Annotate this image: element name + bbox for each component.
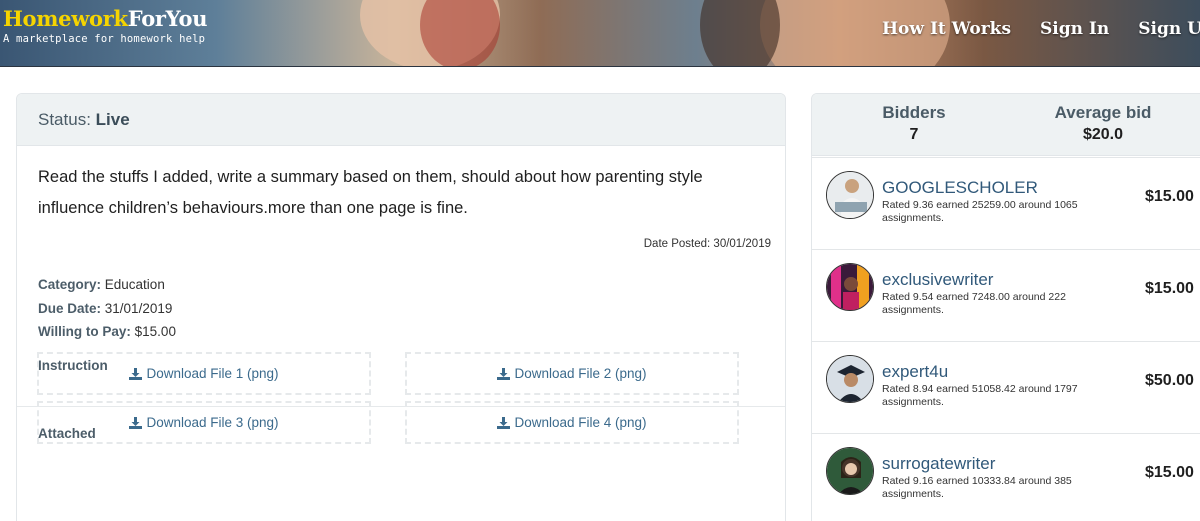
bidder-name[interactable]: GOOGLESCHOLER	[882, 178, 1038, 198]
download-file-1[interactable]: Download File 1 (png)	[37, 352, 371, 395]
nav-how-it-works[interactable]: How It Works	[882, 19, 1011, 39]
job-description: Read the stuffs I added, write a summary…	[38, 168, 703, 217]
bidder-row[interactable]: surrogatewriter Rated 9.16 earned 10333.…	[812, 433, 1200, 520]
average-bid-label: Average bid	[1054, 103, 1152, 122]
site-logo[interactable]: HomeworkForYou A marketplace for homewor…	[3, 6, 208, 46]
site-header: HomeworkForYou A marketplace for homewor…	[0, 0, 1200, 67]
avatar-image-icon	[827, 448, 873, 494]
bidder-name[interactable]: surrogatewriter	[882, 454, 995, 474]
download-file-2[interactable]: Download File 2 (png)	[405, 352, 739, 395]
download-file-4[interactable]: Download File 4 (png)	[405, 401, 739, 444]
bid-amount: $15.00	[1145, 280, 1194, 297]
avatar-image-icon	[827, 264, 873, 310]
bidder-rating: Rated 9.16 earned 10333.84 around 385 as…	[882, 475, 1072, 500]
download-file-3[interactable]: Download File 3 (png)	[37, 401, 371, 444]
header-photo-shape	[700, 0, 780, 66]
job-meta: Category: Education Due Date: 31/01/2019…	[17, 273, 785, 344]
nav-sign-in[interactable]: Sign In	[1040, 19, 1109, 39]
due-date-row: Due Date: 31/01/2019	[38, 300, 173, 316]
bid-amount: $50.00	[1145, 372, 1194, 389]
bids-card: Bidders 7 Average bid $20.0 GOOGLESCHOLE…	[811, 93, 1200, 521]
status-bar: Status: Live	[17, 94, 785, 146]
avatar-image-icon	[827, 172, 873, 218]
download-icon	[129, 416, 143, 429]
bidder-rating: Rated 9.36 earned 25259.00 around 1065 a…	[882, 199, 1078, 224]
download-icon	[129, 367, 143, 380]
avatar[interactable]	[826, 263, 874, 311]
status-label: Status:	[38, 110, 91, 129]
main-nav: How It Works Sign In Sign U	[882, 19, 1200, 39]
avatar[interactable]	[826, 171, 874, 219]
bidders-label: Bidders	[882, 103, 946, 122]
avatar[interactable]	[826, 355, 874, 403]
bid-amount: $15.00	[1145, 464, 1194, 481]
bid-stats: Bidders 7 Average bid $20.0	[812, 94, 1200, 156]
bidder-name[interactable]: exclusivewriter	[882, 270, 993, 290]
download-icon	[497, 367, 511, 380]
average-bid-stat: Average bid $20.0	[1036, 102, 1170, 146]
logo-tagline: A marketplace for homework help	[3, 33, 206, 45]
header-photo-shape	[420, 0, 500, 66]
attachment-grid: Download File 1 (png) Download File 2 (p…	[37, 352, 739, 444]
nav-sign-up[interactable]: Sign U	[1138, 19, 1200, 39]
pay-value: $15.00	[134, 324, 176, 339]
bid-amount: $15.00	[1145, 188, 1194, 205]
avatar[interactable]	[826, 447, 874, 495]
logo-title: HomeworkForYou	[3, 6, 208, 31]
download-icon	[497, 416, 511, 429]
bidders-stat: Bidders 7	[854, 102, 974, 146]
bidder-name[interactable]: expert4u	[882, 362, 948, 382]
status-value: Live	[95, 110, 130, 129]
avatar-image-icon	[827, 356, 873, 402]
date-posted: Date Posted: 30/01/2019	[643, 238, 771, 250]
willing-to-pay-row: Willing to Pay: $15.00	[38, 324, 176, 339]
average-bid-value: $20.0	[1082, 126, 1124, 143]
bidder-row[interactable]: exclusivewriter Rated 9.54 earned 7248.0…	[812, 249, 1200, 336]
category-value: Education	[104, 277, 165, 292]
job-details-card: Status: Live Read the stuffs I added, wr…	[16, 93, 786, 521]
bidder-rating: Rated 8.94 earned 51058.42 around 1797 a…	[882, 383, 1078, 408]
bidder-row[interactable]: GOOGLESCHOLER Rated 9.36 earned 25259.00…	[812, 157, 1200, 244]
bidder-rating: Rated 9.54 earned 7248.00 around 222 ass…	[882, 291, 1066, 316]
category-row: Category: Education	[38, 277, 165, 292]
due-date-value: 31/01/2019	[104, 300, 173, 316]
bidder-row[interactable]: expert4u Rated 8.94 earned 51058.42 arou…	[812, 341, 1200, 428]
bidders-count: 7	[909, 126, 919, 143]
